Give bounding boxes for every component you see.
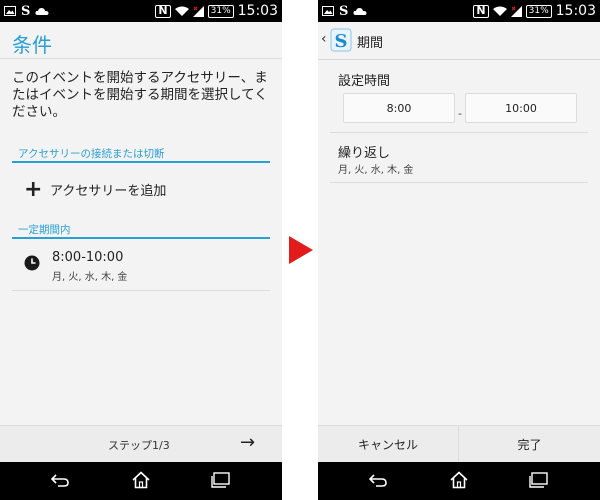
period-time: 8:00-10:00 <box>52 250 124 265</box>
status-bar: S N 31% 15:03 <box>318 0 600 22</box>
cancel-button[interactable]: キャンセル <box>318 426 459 463</box>
nfc-icon: N <box>473 4 489 18</box>
back-icon[interactable] <box>48 470 72 490</box>
period-list-item[interactable]: 8:00-10:00 月, 火, 水, 木, 金 <box>12 245 270 291</box>
nfc-icon: N <box>155 4 171 18</box>
status-time: 15:03 <box>237 3 278 19</box>
app-logo-icon[interactable]: S <box>330 28 352 52</box>
page-title: 条件 <box>12 33 52 57</box>
repeat-days: 月, 火, 水, 木, 金 <box>338 165 414 176</box>
signal-icon <box>510 5 522 17</box>
s-app-icon: S <box>21 3 31 19</box>
back-icon[interactable] <box>366 470 390 490</box>
battery-icon: 31% <box>207 4 234 18</box>
start-time-button[interactable]: 8:00 <box>343 93 455 123</box>
section-header-period: 一定期間内 <box>18 224 71 236</box>
add-accessory-button[interactable]: + アクセサリーを追加 <box>24 176 167 202</box>
action-bar: ‹ S 期間 <box>318 22 600 60</box>
home-icon[interactable] <box>129 470 153 490</box>
home-icon[interactable] <box>447 470 471 490</box>
step-indicator: ステップ1/3 <box>108 439 170 452</box>
wifi-icon <box>492 6 507 17</box>
set-time-label: 設定時間 <box>338 74 391 89</box>
s-app-icon: S <box>339 3 349 19</box>
screenshot-composite: S N 31% 15:03 条件 このイベントを開始するアクセサリー、またはイベ… <box>0 0 600 500</box>
end-time-button[interactable]: 10:00 <box>465 93 577 123</box>
status-bar: S N 31% 15:03 <box>0 0 282 22</box>
add-accessory-label: アクセサリーを追加 <box>50 184 167 199</box>
image-icon <box>322 6 334 16</box>
arrow-right-icon[interactable]: → <box>240 432 255 453</box>
plus-icon: + <box>24 176 43 202</box>
navigation-bar <box>0 462 282 500</box>
section-header-accessory: アクセサリーの接続または切断 <box>18 148 165 160</box>
description-text: このイベントを開始するアクセサリー、またはイベントを開始する期間を選択してくださ… <box>12 70 268 120</box>
wifi-icon <box>174 6 189 17</box>
repeat-label[interactable]: 繰り返し <box>338 142 390 161</box>
recent-apps-icon[interactable] <box>527 470 551 490</box>
time-separator: - <box>458 107 462 120</box>
chevron-left-icon[interactable]: ‹ <box>321 31 327 47</box>
status-time: 15:03 <box>555 3 596 19</box>
image-icon <box>4 6 16 16</box>
period-screen: S N 31% 15:03 ‹ S 期間 設定時間 8:00 - 10:00 繰… <box>318 0 600 500</box>
divider <box>0 58 282 59</box>
button-bar: キャンセル 完了 <box>318 425 600 463</box>
navigation-bar <box>318 462 600 500</box>
cloud-icon <box>35 7 49 16</box>
page-title: 期間 <box>357 36 384 51</box>
transition-arrow-icon <box>289 236 313 264</box>
divider <box>330 182 588 183</box>
svg-text:S: S <box>335 31 348 52</box>
divider <box>330 132 588 133</box>
recent-apps-icon[interactable] <box>209 470 233 490</box>
conditions-screen: S N 31% 15:03 条件 このイベントを開始するアクセサリー、またはイベ… <box>0 0 282 500</box>
period-days: 月, 火, 水, 木, 金 <box>52 272 128 283</box>
cloud-icon <box>353 7 367 16</box>
step-bar: ステップ1/3 → <box>0 425 282 462</box>
section-divider <box>12 161 270 163</box>
section-divider <box>12 237 270 239</box>
battery-icon: 31% <box>525 4 552 18</box>
done-button[interactable]: 完了 <box>459 426 600 463</box>
clock-icon <box>24 255 40 271</box>
signal-icon <box>192 5 204 17</box>
